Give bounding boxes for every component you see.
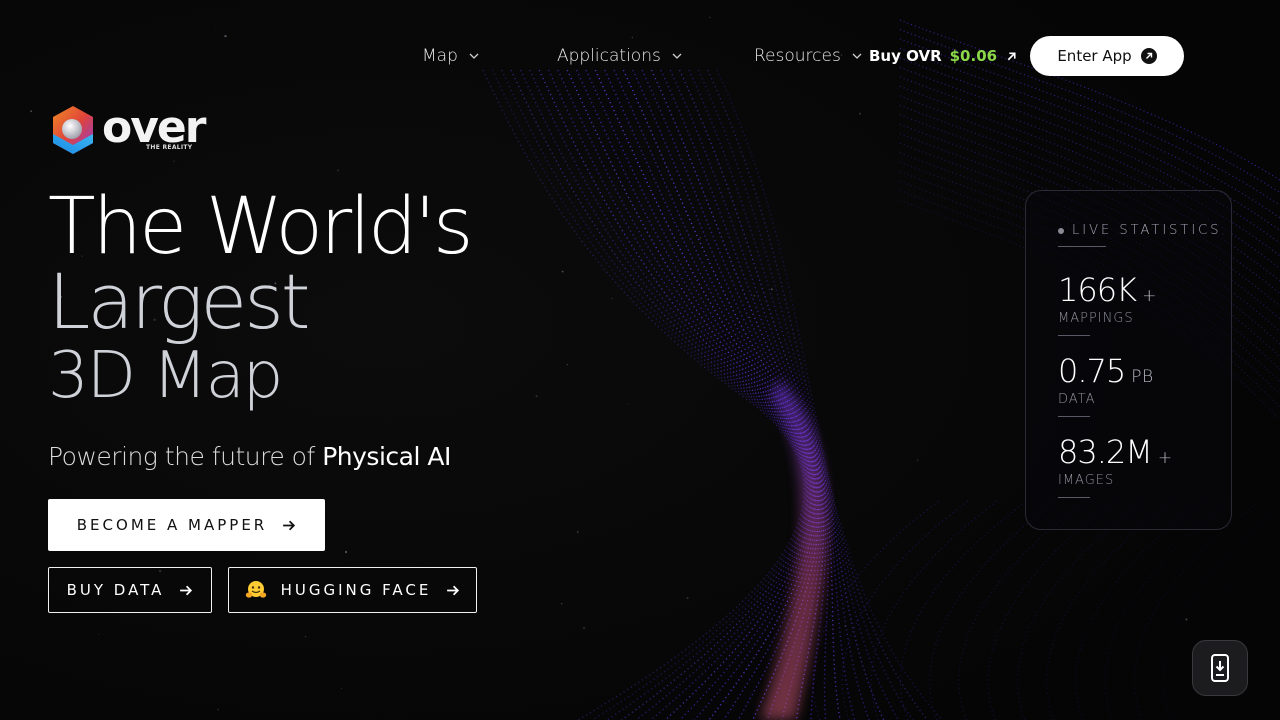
- hugging-face-emoji-icon: [245, 581, 266, 598]
- enter-app-button[interactable]: Enter App: [1030, 36, 1184, 76]
- logo-tagline: THE REALITY: [146, 144, 193, 151]
- hero-title-line-2: Largest: [48, 257, 311, 346]
- hero-subtitle-prefix: Powering the future of: [48, 442, 323, 471]
- stat-images: 83.2M + IMAGES: [1058, 433, 1173, 488]
- hugging-face-button[interactable]: HUGGING FACE: [228, 567, 477, 613]
- stat-mappings-value: 166K: [1058, 271, 1137, 309]
- arrow-right-icon: [283, 520, 296, 530]
- divider: [1058, 246, 1106, 247]
- arrow-circle-icon: [1140, 48, 1157, 64]
- buy-data-button[interactable]: BUY DATA: [48, 567, 212, 613]
- stat-images-label: IMAGES: [1058, 473, 1115, 488]
- arrow-right-icon: [180, 585, 193, 595]
- nav-resources[interactable]: Resources: [754, 46, 863, 66]
- nav-map[interactable]: Map: [422, 46, 480, 66]
- stat-data-unit: PB: [1131, 367, 1154, 387]
- logo-mark-icon: [53, 106, 93, 154]
- nav-applications[interactable]: Applications: [557, 46, 683, 66]
- become-a-mapper-label: BECOME A MAPPER: [76, 516, 268, 534]
- arrow-right-icon: [447, 585, 460, 595]
- nav-map-label: Map: [422, 46, 458, 66]
- buy-data-label: BUY DATA: [66, 581, 165, 599]
- hero-title-line-3: 3D Map: [48, 339, 283, 413]
- stat-images-unit: +: [1157, 448, 1173, 468]
- live-dot-icon: [1058, 227, 1064, 234]
- live-statistics-label: LIVE STATISTICS: [1072, 223, 1222, 238]
- over-logo[interactable]: over THE REALITY: [50, 104, 210, 156]
- stat-data: 0.75 PB DATA: [1058, 352, 1154, 407]
- become-a-mapper-button[interactable]: BECOME A MAPPER: [48, 499, 325, 551]
- ovr-price: $0.06: [949, 47, 998, 65]
- live-statistics-heading: LIVE STATISTICS: [1058, 223, 1222, 238]
- stat-data-value: 0.75: [1058, 352, 1126, 390]
- hugging-face-label: HUGGING FACE: [280, 581, 432, 599]
- chevron-down-icon: [852, 53, 862, 59]
- stat-mappings-label: MAPPINGS: [1058, 311, 1134, 326]
- stat-data-label: DATA: [1058, 392, 1096, 407]
- nav-resources-label: Resources: [754, 46, 841, 66]
- phone-download-icon: [1211, 654, 1229, 682]
- divider: [1058, 335, 1090, 336]
- nav-applications-label: Applications: [557, 46, 661, 66]
- divider: [1058, 497, 1090, 498]
- chevron-down-icon: [469, 53, 479, 59]
- stat-mappings-unit: +: [1142, 286, 1157, 306]
- stat-images-value: 83.2M: [1058, 433, 1153, 471]
- chevron-down-icon: [672, 53, 682, 59]
- hero-subtitle-emphasis: Physical AI: [322, 442, 451, 471]
- app-download-button[interactable]: [1192, 640, 1248, 696]
- stat-mappings: 166K + MAPPINGS: [1058, 271, 1157, 326]
- top-navigation: Map Applications Resources Buy OVR $0.06…: [0, 36, 1280, 76]
- buy-ovr-link[interactable]: Buy OVR $0.06: [869, 47, 1018, 65]
- live-statistics-card: LIVE STATISTICS 166K + MAPPINGS 0.75 PB DA…: [1025, 190, 1232, 530]
- arrow-up-right-icon: [1007, 51, 1016, 60]
- divider: [1058, 416, 1090, 417]
- hero-title-line-1: The World's: [48, 182, 473, 272]
- enter-app-label: Enter App: [1057, 47, 1132, 65]
- hero-subtitle: Powering the future of Physical AI: [48, 442, 451, 471]
- buy-ovr-label: Buy OVR: [869, 47, 942, 65]
